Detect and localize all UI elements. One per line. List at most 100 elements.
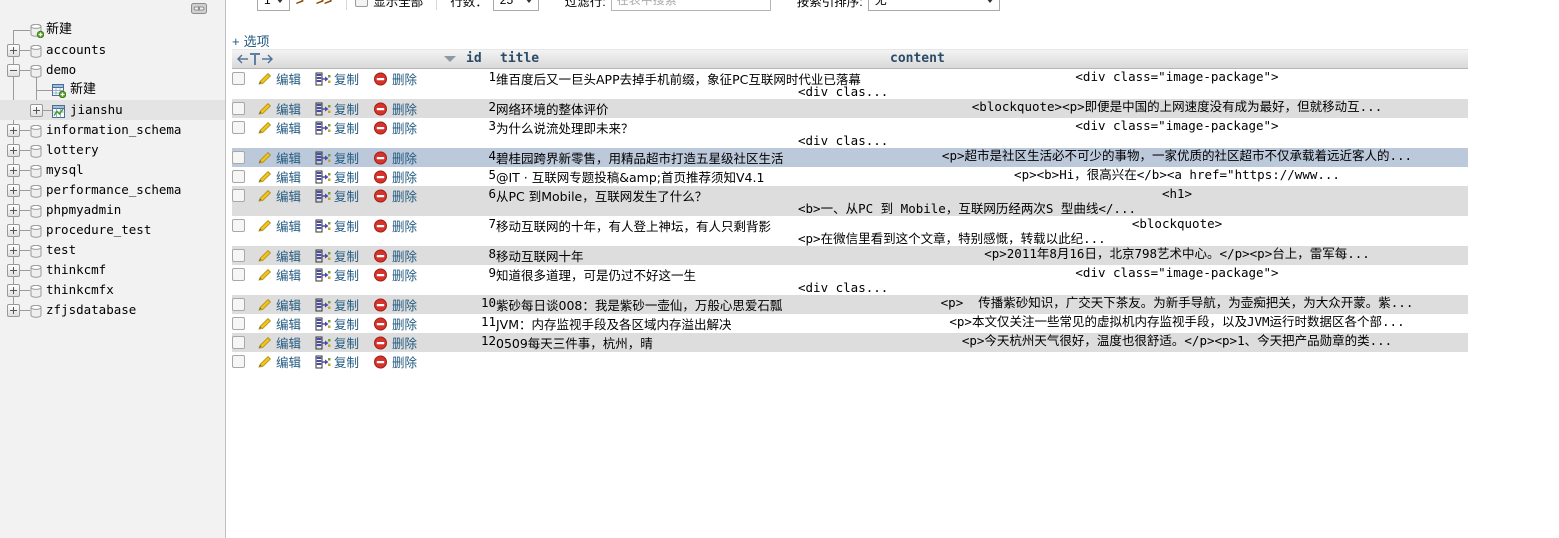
delete-link[interactable]: 删除 bbox=[392, 336, 417, 351]
tree-expander-plus[interactable] bbox=[7, 284, 20, 297]
table-row[interactable]: 编辑 复制 删除 2 网络环境的整体评价 <blockquote><p>即便是中国的上网速… bbox=[232, 99, 1468, 118]
delete-link[interactable]: 删除 bbox=[392, 121, 417, 136]
tree-item-[interactable]: 新建 bbox=[0, 80, 225, 100]
row-select-checkbox[interactable] bbox=[232, 151, 245, 164]
delete-circle-icon[interactable] bbox=[373, 298, 389, 312]
tree-item-lottery[interactable]: lottery bbox=[0, 140, 225, 160]
edit-link[interactable]: 编辑 bbox=[276, 121, 301, 136]
tree-expander-plus[interactable] bbox=[7, 224, 20, 237]
copy-rows-icon[interactable] bbox=[315, 298, 331, 312]
copy-link[interactable]: 复制 bbox=[334, 121, 359, 136]
tree-item-jianshu[interactable]: jianshu bbox=[0, 100, 225, 120]
pencil-icon[interactable] bbox=[257, 151, 273, 165]
delete-link[interactable]: 删除 bbox=[392, 151, 417, 166]
delete-circle-icon[interactable] bbox=[373, 336, 389, 350]
edit-link[interactable]: 编辑 bbox=[276, 355, 301, 370]
row-select-checkbox[interactable] bbox=[232, 189, 245, 202]
row-select-checkbox[interactable] bbox=[232, 268, 245, 281]
tree-item-phpmyadmin[interactable]: phpmyadmin bbox=[0, 200, 225, 220]
copy-link[interactable]: 复制 bbox=[334, 298, 359, 313]
pencil-icon[interactable] bbox=[257, 317, 273, 331]
table-row[interactable]: 编辑 复制 删除 12 0509每天三件事，杭州，晴 <p>今天杭州天气很好，温度也很舒适… bbox=[232, 333, 1468, 352]
copy-rows-icon[interactable] bbox=[315, 336, 331, 350]
pencil-icon[interactable] bbox=[257, 219, 273, 233]
row-select-checkbox[interactable] bbox=[232, 102, 245, 115]
edit-link[interactable]: 编辑 bbox=[276, 102, 301, 117]
copy-link[interactable]: 复制 bbox=[334, 219, 359, 234]
pencil-icon[interactable] bbox=[257, 102, 273, 116]
table-row[interactable]: 编辑 复制 删除 10 紫砂每日谈008：我是紫砂一壶仙，万般心思爱石瓢 <p> 传播紫砂… bbox=[232, 295, 1468, 314]
tree-item-performance_schema[interactable]: performance_schema bbox=[0, 180, 225, 200]
delete-link[interactable]: 删除 bbox=[392, 249, 417, 264]
delete-circle-icon[interactable] bbox=[373, 317, 389, 331]
delete-link[interactable]: 删除 bbox=[392, 189, 417, 204]
tree-expander-plus[interactable] bbox=[7, 44, 20, 57]
delete-circle-icon[interactable] bbox=[373, 72, 389, 86]
sort-by-index-select[interactable]: 无 bbox=[867, 0, 1000, 11]
row-select-checkbox[interactable] bbox=[232, 317, 245, 330]
tree-expander-minus[interactable] bbox=[7, 64, 20, 77]
edit-link[interactable]: 编辑 bbox=[276, 170, 301, 185]
tree-item-test[interactable]: test bbox=[0, 240, 225, 260]
delete-link[interactable]: 删除 bbox=[392, 317, 417, 332]
last-page-button[interactable]: >> bbox=[310, 0, 338, 8]
copy-link[interactable]: 复制 bbox=[334, 268, 359, 283]
table-row[interactable]: 编辑 复制 删除 9 知道很多道理，可是仍过不好这一生 <div class="image… bbox=[232, 265, 1468, 295]
pencil-icon[interactable] bbox=[257, 268, 273, 282]
edit-link[interactable]: 编辑 bbox=[276, 317, 301, 332]
delete-circle-icon[interactable] bbox=[373, 102, 389, 116]
pencil-icon[interactable] bbox=[257, 298, 273, 312]
pencil-icon[interactable] bbox=[257, 170, 273, 184]
page-number-select[interactable]: 1 bbox=[257, 0, 290, 11]
copy-rows-icon[interactable] bbox=[315, 170, 331, 184]
row-select-checkbox[interactable] bbox=[232, 72, 245, 85]
table-row[interactable]: 编辑 复制 删除 7 移动互联网的十年，有人登上神坛，有人只剩背影 <blockquote… bbox=[232, 216, 1468, 246]
copy-link[interactable]: 复制 bbox=[334, 249, 359, 264]
edit-link[interactable]: 编辑 bbox=[276, 249, 301, 264]
pencil-icon[interactable] bbox=[257, 121, 273, 135]
copy-link[interactable]: 复制 bbox=[334, 151, 359, 166]
copy-rows-icon[interactable] bbox=[315, 249, 331, 263]
filter-rows-input[interactable]: 在表中搜索 bbox=[610, 0, 771, 11]
chevron-down-icon[interactable] bbox=[444, 56, 456, 62]
table-row[interactable]: 编辑 复制 删除 11 JVM：内存监视手段及各区域内存溢出解决 <p>本文仅关注一些常见… bbox=[232, 314, 1468, 333]
tree-item-demo[interactable]: demo bbox=[0, 60, 225, 80]
table-row[interactable]: 编辑 复制 删除 6 从PC 到Mobile，互联网发生了什么？ <h1> <b>一、从PC… bbox=[232, 186, 1468, 216]
tree-item-thinkcmfx[interactable]: thinkcmfx bbox=[0, 280, 225, 300]
delete-link[interactable]: 删除 bbox=[392, 170, 417, 185]
delete-circle-icon[interactable] bbox=[373, 268, 389, 282]
table-row[interactable]: 编辑 复制 删除 4 碧桂园跨界新零售，用精品超市打造五星级社区生活 <p>超市是社区生活… bbox=[232, 148, 1468, 167]
edit-link[interactable]: 编辑 bbox=[276, 336, 301, 351]
edit-link[interactable]: 编辑 bbox=[276, 268, 301, 283]
row-select-checkbox[interactable] bbox=[232, 121, 245, 134]
tree-item-accounts[interactable]: accounts bbox=[0, 40, 225, 60]
tree-expander-plus[interactable] bbox=[7, 204, 20, 217]
pencil-icon[interactable] bbox=[257, 72, 273, 86]
tree-item-[interactable]: 新建 bbox=[0, 20, 225, 40]
copy-rows-icon[interactable] bbox=[315, 219, 331, 233]
table-row[interactable]: 编辑 复制 删除 3 为什么说流处理即未来？ <div class="image-pack… bbox=[232, 118, 1468, 148]
delete-circle-icon[interactable] bbox=[373, 249, 389, 263]
chain-link-icon[interactable] bbox=[191, 3, 207, 14]
edit-link[interactable]: 编辑 bbox=[276, 189, 301, 204]
tree-expander-plus[interactable] bbox=[7, 164, 20, 177]
header-column-id[interactable]: id bbox=[462, 48, 496, 69]
tree-expander-plus[interactable] bbox=[30, 104, 43, 117]
pencil-icon[interactable] bbox=[257, 249, 273, 263]
rows-count-select[interactable]: 25 bbox=[492, 0, 539, 11]
copy-rows-icon[interactable] bbox=[315, 317, 331, 331]
tree-expander-plus[interactable] bbox=[7, 304, 20, 317]
copy-link[interactable]: 复制 bbox=[334, 170, 359, 185]
tree-item-mysql[interactable]: mysql bbox=[0, 160, 225, 180]
tree-expander-plus[interactable] bbox=[7, 184, 20, 197]
delete-link[interactable]: 删除 bbox=[392, 298, 417, 313]
tree-expander-plus[interactable] bbox=[7, 124, 20, 137]
row-select-checkbox[interactable] bbox=[232, 298, 245, 311]
delete-circle-icon[interactable] bbox=[373, 151, 389, 165]
copy-link[interactable]: 复制 bbox=[334, 189, 359, 204]
copy-link[interactable]: 复制 bbox=[334, 336, 359, 351]
table-row[interactable]: 编辑 复制 删除 5 @IT · 互联网专题投稿&amp;首页推荐须知V4.1 <p><b… bbox=[232, 167, 1468, 186]
header-column-content[interactable]: content bbox=[886, 48, 1468, 69]
edit-link[interactable]: 编辑 bbox=[276, 219, 301, 234]
pencil-icon[interactable] bbox=[257, 189, 273, 203]
